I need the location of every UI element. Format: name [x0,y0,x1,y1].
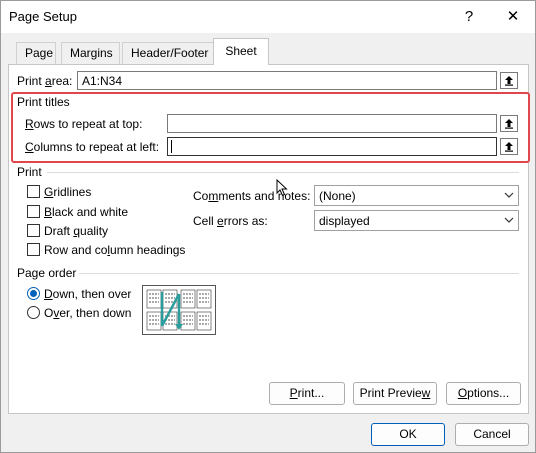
draft-quality-checkbox[interactable] [27,224,40,237]
options-accesskey: O [457,386,468,400]
gridlines-label-rest: ridlines [53,185,92,199]
black-and-white-checkbox[interactable] [27,205,40,218]
draft-label-pre: Draft [44,224,74,238]
print-heading: Print [17,165,42,179]
rows-to-repeat-input[interactable] [168,115,496,132]
tab-header-footer[interactable]: Header/Footer [122,42,214,64]
help-button[interactable]: ? [457,5,481,29]
comments-notes-value: (None) [319,189,356,203]
options-btn-rest: ptions... [467,386,510,400]
preview-btn-pre: Print Previe [359,386,422,400]
comments-notes-label: Comments and notes: [193,189,310,203]
comments-accesskey: m [208,189,219,203]
gridlines-checkbox[interactable] [27,185,40,198]
print-preview-button[interactable]: Print Preview [353,382,437,405]
comments-notes-select[interactable]: (None) [314,185,519,206]
columns-accesskey: C [25,140,34,154]
print-area-collapse-button[interactable] [500,72,518,89]
rows-label-rest: ows to repeat at top: [33,117,143,131]
draft-label-rest: uality [80,224,109,238]
black-white-label-rest: lack and white [52,205,129,219]
tab-page[interactable]: Page [16,42,56,64]
tab-sheet[interactable]: Sheet [213,38,269,65]
tab-margins[interactable]: Margins [61,42,120,64]
down-label-rest: own, then over [52,287,132,301]
down-then-over-label: Down, then over [44,287,131,301]
over-label-rest: er, then down [59,306,132,320]
down-accesskey: D [44,287,53,301]
down-then-over-radio[interactable] [27,287,40,300]
cancel-button[interactable]: Cancel [455,423,529,446]
over-then-down-radio[interactable] [27,306,40,319]
print-accesskey: P [289,386,298,400]
preview-accesskey: w [421,386,431,400]
page-order-preview-icon [146,289,212,331]
print-divider [47,172,519,173]
over-then-down-label: Over, then down [44,306,131,320]
columns-to-repeat-field[interactable] [167,137,497,156]
print-area-accesskey: a [45,74,52,88]
print-area-field[interactable] [77,71,497,90]
print-button[interactable]: Print... [269,382,345,405]
collapse-arrow-icon [505,142,513,152]
comments-label-pre: Co [193,189,209,203]
columns-collapse-button[interactable] [500,138,518,155]
over-label-pre: O [44,306,54,320]
rows-to-repeat-field[interactable] [167,114,497,133]
window-title: Page Setup [9,9,77,24]
cell-errors-value: displayed [319,214,370,228]
print-area-input[interactable] [78,72,496,89]
page-order-heading: Page order [17,266,77,280]
columns-to-repeat-label: Columns to repeat at left: [25,140,159,154]
print-btn-rest: rint... [297,386,325,400]
print-area-label: Print area: [17,74,72,88]
rows-to-repeat-label: Rows to repeat at top: [25,117,142,131]
options-button[interactable]: Options... [446,382,521,405]
title-bar: Page Setup ? ✕ [1,1,535,33]
headings-label-rest: umn headings [110,243,186,257]
black-white-accesskey: B [44,205,53,219]
row-column-headings-label: Row and column headings [44,243,185,257]
comments-label-rest: ments and notes: [218,189,311,203]
cell-errors-label: Cell errors as: [193,214,268,228]
page-order-diagram [142,285,216,335]
draft-quality-label: Draft quality [44,224,108,238]
gridlines-accesskey: G [44,185,54,199]
rows-accesskey: R [25,117,34,131]
close-button[interactable]: ✕ [501,5,525,29]
ok-button[interactable]: OK [371,423,445,446]
columns-to-repeat-input[interactable] [168,138,496,155]
row-column-headings-checkbox[interactable] [27,243,40,256]
cell-errors-label-rest: rrors as: [223,214,268,228]
headings-label-pre: Row and co [44,243,108,257]
rows-collapse-button[interactable] [500,115,518,132]
columns-label-rest: olumns to repeat at left: [33,140,160,154]
collapse-arrow-icon [505,76,513,86]
page-order-divider [79,273,519,274]
black-and-white-label: Black and white [44,205,128,219]
page-setup-dialog: Page Setup ? ✕ Page Margins Header/Foote… [0,0,536,453]
cell-errors-select[interactable]: displayed [314,210,519,231]
cell-errors-label-pre: Cell [193,214,218,228]
chevron-down-icon [504,192,514,198]
print-area-label-post: rea: [51,74,73,88]
text-caret [171,140,172,153]
mouse-pointer-icon [276,179,288,197]
gridlines-label: Gridlines [44,185,91,199]
print-titles-heading: Print titles [17,95,70,109]
collapse-arrow-icon [505,119,513,129]
cell-errors-accesskey: e [217,214,224,228]
print-area-label-pre: Print [17,74,46,88]
chevron-down-icon [504,217,514,223]
